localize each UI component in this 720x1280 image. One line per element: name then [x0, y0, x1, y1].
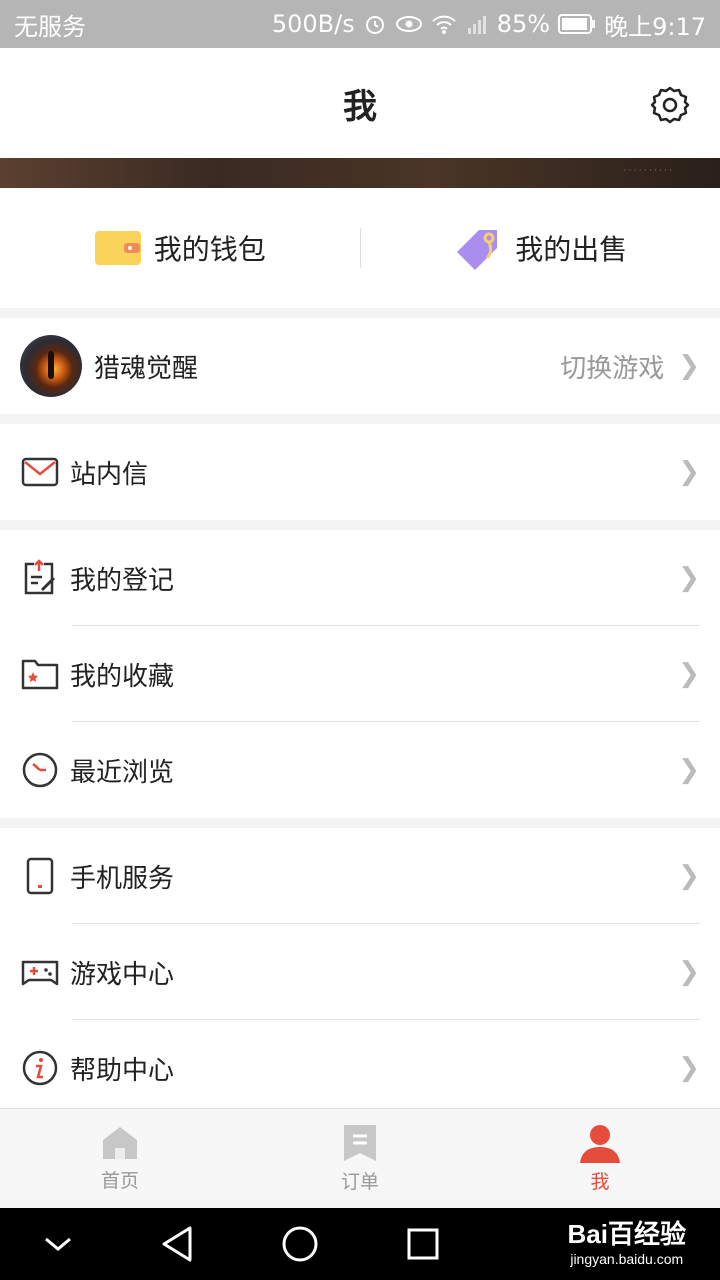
wallet-icon: [94, 231, 141, 265]
tab-label: 首页: [100, 1170, 139, 1192]
gamepad-icon: [20, 952, 60, 992]
recent-apps-icon[interactable]: [406, 1227, 440, 1261]
my-sale-button[interactable]: 我的出售: [361, 224, 720, 272]
chevron-right-icon: ❯: [678, 957, 700, 987]
menu-label: 站内信: [70, 459, 149, 490]
order-icon: [344, 1125, 376, 1161]
tab-me[interactable]: 我: [480, 1109, 720, 1208]
menu-label: 帮助中心: [70, 1055, 175, 1086]
menu-label: 最近浏览: [70, 757, 175, 788]
signal-icon: [467, 16, 486, 34]
chevron-down-icon[interactable]: [43, 1234, 73, 1254]
user-icon: [580, 1125, 620, 1163]
network-speed: 500B/s: [271, 10, 355, 38]
sale-label: 我的出售: [515, 233, 628, 266]
wallet-button[interactable]: 我的钱包: [0, 228, 360, 268]
menu-item-recent[interactable]: 最近浏览 ❯: [0, 722, 720, 818]
chevron-right-icon: ❯: [678, 755, 700, 785]
price-tag-icon: [457, 230, 498, 270]
tab-home[interactable]: 首页: [0, 1109, 240, 1208]
clock-icon: [20, 750, 60, 790]
back-icon[interactable]: [160, 1225, 194, 1263]
page-header: 我: [0, 48, 720, 158]
tab-label: 订单: [340, 1171, 379, 1193]
edit-list-icon: [20, 558, 60, 598]
menu-item-favorites[interactable]: 我的收藏 ❯: [0, 626, 720, 722]
watermark-url: jingyan.baidu.com: [570, 1251, 684, 1267]
chevron-right-icon: ❯: [678, 861, 700, 891]
baidu-watermark: Bai百经验 jingyan.baidu.com: [568, 1214, 686, 1267]
menu-item-registrations[interactable]: 我的登记 ❯: [0, 530, 720, 626]
chevron-right-icon: ❯: [678, 563, 700, 593]
menu-label: 手机服务: [70, 863, 175, 894]
banner-image[interactable]: · · · · · · · · · ·: [0, 158, 720, 188]
menu-item-help-center[interactable]: 帮助中心 ❯: [0, 1020, 720, 1116]
chevron-right-icon: ❯: [678, 351, 700, 381]
wifi-icon: [432, 15, 456, 34]
menu-group-services: 手机服务 ❯ 游戏中心 ❯ 帮助中心 ❯: [0, 828, 720, 1116]
menu-label: 游戏中心: [70, 959, 175, 990]
alarm-icon: [365, 16, 384, 34]
phone-icon: [20, 856, 60, 896]
bottom-tab-bar: 首页 订单 我: [0, 1108, 720, 1208]
star-folder-icon: [20, 654, 60, 694]
battery-percent: 85%: [496, 10, 551, 38]
mail-icon: [20, 452, 60, 492]
home-icon: [103, 1127, 137, 1159]
current-game-row[interactable]: 猎魂觉醒 切换游戏 ❯: [0, 318, 720, 414]
tab-label: 我: [590, 1171, 610, 1193]
watermark-logo: Bai百经验: [567, 1219, 686, 1249]
menu-label: 我的收藏: [70, 661, 175, 692]
game-avatar: [20, 335, 82, 397]
wallet-row: 我的钱包 我的出售: [0, 188, 720, 308]
chevron-right-icon: ❯: [678, 1053, 700, 1083]
eye-icon: [395, 16, 422, 32]
menu-label: 我的登记: [70, 565, 175, 596]
gear-icon[interactable]: [650, 85, 690, 125]
info-icon: [20, 1048, 60, 1088]
game-name: 猎魂觉醒: [94, 353, 199, 384]
clock: 晚上9:17: [604, 12, 706, 41]
home-circle-icon[interactable]: [281, 1225, 319, 1263]
wallet-label: 我的钱包: [153, 233, 266, 266]
carrier-text: 无服务: [14, 12, 86, 41]
menu-item-messages[interactable]: 站内信 ❯: [0, 424, 720, 520]
tab-orders[interactable]: 订单: [240, 1109, 480, 1208]
page-title: 我: [343, 86, 377, 127]
switch-game-label[interactable]: 切换游戏: [560, 348, 664, 385]
battery-icon: [558, 14, 596, 34]
chevron-right-icon: ❯: [678, 659, 700, 689]
banner-caption: · · · · · · · · · ·: [623, 166, 672, 175]
chevron-right-icon: ❯: [678, 457, 700, 487]
menu-item-game-center[interactable]: 游戏中心 ❯: [0, 924, 720, 1020]
status-bar: 无服务 500B/s 85% 晚上9:17: [0, 0, 720, 48]
menu-group-activity: 我的登记 ❯ 我的收藏 ❯ 最近浏览 ❯: [0, 530, 720, 818]
menu-group-messages: 站内信 ❯: [0, 424, 720, 520]
menu-item-phone-service[interactable]: 手机服务 ❯: [0, 828, 720, 924]
